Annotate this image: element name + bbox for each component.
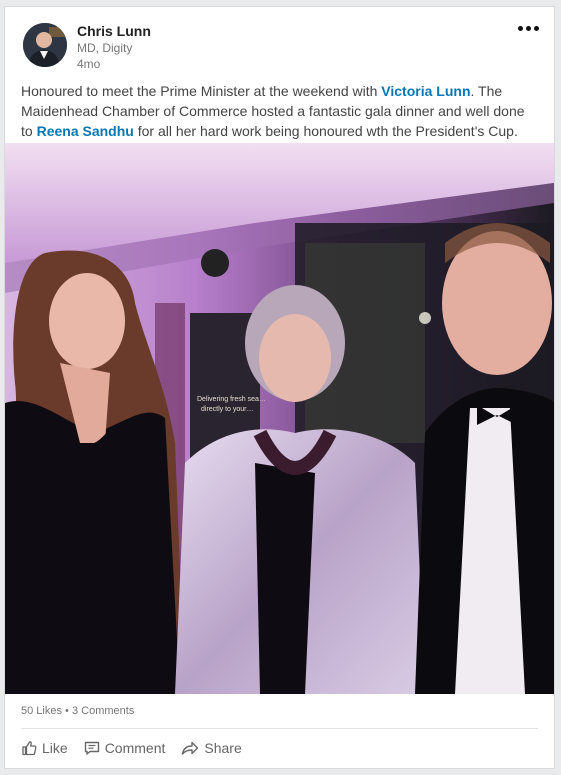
post-text-part: Honoured to meet the Prime Minister at t…: [21, 83, 382, 99]
post-text-part: for all her hard work being honoured wth…: [133, 123, 518, 139]
thumbs-up-icon: [22, 741, 37, 756]
post-card: Chris Lunn MD, Digity 4mo Honoured to me…: [4, 6, 555, 769]
more-options-button[interactable]: [516, 21, 540, 35]
post-photo-image: Delivering fresh sea… directly to your…: [5, 143, 554, 694]
mention-reena-sandhu[interactable]: Reena Sandhu: [37, 123, 134, 139]
photo-sign-text: Delivering fresh sea…: [197, 396, 266, 403]
post-actions: Like Comment Share: [21, 740, 242, 756]
like-button[interactable]: Like: [21, 740, 68, 756]
engagement-summary: 50 Likes • 3 Comments: [21, 705, 134, 717]
post-age: 4mo: [77, 57, 101, 71]
mention-victoria-lunn[interactable]: Victoria Lunn: [381, 83, 470, 99]
comment-label: Comment: [104, 740, 166, 756]
avatar[interactable]: [23, 23, 67, 67]
svg-text:directly to your…: directly to your…: [201, 406, 254, 413]
more-dot-icon: [533, 25, 539, 31]
divider: [21, 728, 538, 729]
likes-count[interactable]: 50 Likes: [21, 705, 62, 717]
comments-count[interactable]: 3 Comments: [72, 705, 134, 717]
post-photo[interactable]: Delivering fresh sea… directly to your…: [5, 143, 554, 694]
share-button[interactable]: Share: [181, 740, 242, 756]
comment-icon: [84, 741, 99, 755]
separator: •: [65, 705, 69, 717]
like-label: Like: [42, 740, 68, 756]
author-title: MD, Digity: [77, 41, 133, 55]
author-name[interactable]: Chris Lunn: [77, 23, 151, 39]
more-dot-icon: [525, 25, 531, 31]
share-label: Share: [204, 740, 242, 756]
more-dot-icon: [517, 25, 523, 31]
comment-button[interactable]: Comment: [84, 740, 166, 756]
share-arrow-icon: [182, 741, 199, 755]
post-text: Honoured to meet the Prime Minister at t…: [21, 81, 536, 141]
